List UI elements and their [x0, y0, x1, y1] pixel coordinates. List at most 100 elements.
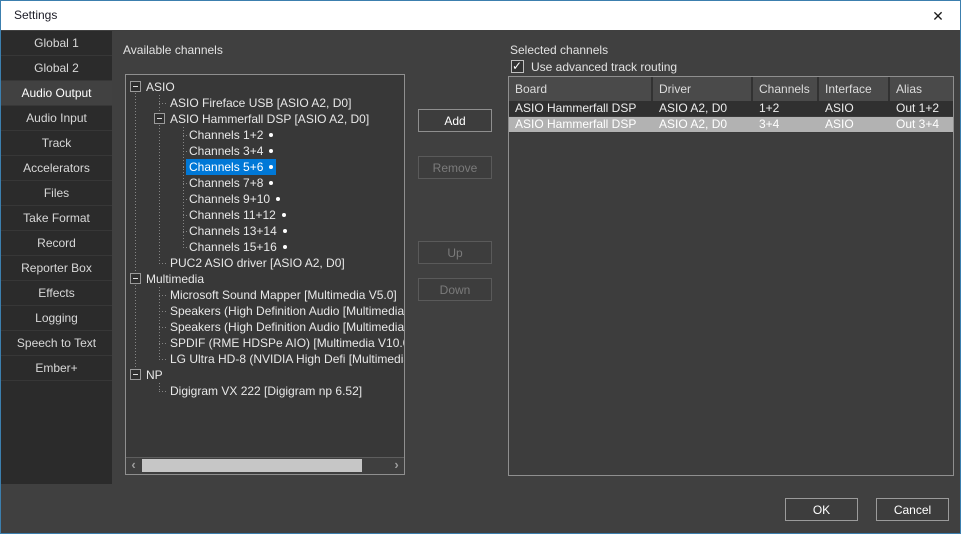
tree-horizontal-scrollbar[interactable]: ‹ ›: [126, 457, 404, 474]
column-header-alias[interactable]: Alias: [890, 77, 954, 101]
collapse-minus-icon[interactable]: [130, 369, 141, 380]
tree-item-label[interactable]: Channels 3+4: [186, 143, 276, 159]
ok-button[interactable]: OK: [785, 498, 858, 521]
table-row[interactable]: ASIO Hammerfall DSPASIO A2, D03+4ASIOOut…: [509, 117, 953, 133]
sidebar-item-accelerators[interactable]: Accelerators: [1, 156, 112, 181]
channel-active-dot-icon: [269, 133, 273, 137]
tree-item-label[interactable]: NP: [143, 367, 166, 383]
remove-button[interactable]: Remove: [418, 156, 492, 179]
tree-item-label[interactable]: Channels 11+12: [186, 207, 289, 223]
tree-item-channels-1-2[interactable]: Channels 1+2: [126, 127, 404, 143]
table-header: BoardDriverChannelsInterfaceAlias: [509, 77, 953, 101]
tree-item-puc2-asio-driver-asio-a2-d0[interactable]: PUC2 ASIO driver [ASIO A2, D0]: [126, 255, 404, 271]
tree-item-label[interactable]: ASIO Fireface USB [ASIO A2, D0]: [167, 95, 354, 111]
collapse-minus-icon[interactable]: [130, 273, 141, 284]
sidebar-item-speech-to-text[interactable]: Speech to Text: [1, 331, 112, 356]
column-header-channels[interactable]: Channels: [753, 77, 819, 101]
sidebar-item-audio-output[interactable]: Audio Output: [1, 81, 112, 106]
tree-item-label[interactable]: LG Ultra HD-8 (NVIDIA High Defi [Multime…: [167, 351, 404, 367]
tree-item-spdif-rme-hdspe-aio-multimedia-v10-0[interactable]: SPDIF (RME HDSPe AIO) [Multimedia V10.0]: [126, 335, 404, 351]
available-channels-label: Available channels: [123, 43, 223, 57]
sidebar-item-global-2[interactable]: Global 2: [1, 56, 112, 81]
column-header-interface[interactable]: Interface: [819, 77, 890, 101]
table-cell: ASIO A2, D0: [653, 101, 753, 116]
tree-item-asio-fireface-usb-asio-a2-d0[interactable]: ASIO Fireface USB [ASIO A2, D0]: [126, 95, 404, 111]
tree-item-lg-ultra-hd-8-nvidia-high-defi-multimedia-v[interactable]: LG Ultra HD-8 (NVIDIA High Defi [Multime…: [126, 351, 404, 367]
advanced-routing-checkbox-label[interactable]: Use advanced track routing: [531, 60, 677, 74]
tree-item-channels-3-4[interactable]: Channels 3+4: [126, 143, 404, 159]
table-cell: ASIO Hammerfall DSP: [509, 117, 653, 132]
scroll-left-icon[interactable]: ‹: [126, 458, 141, 473]
tree-item-label[interactable]: Microsoft Sound Mapper [Multimedia V5.0]: [167, 287, 400, 303]
add-button[interactable]: Add: [418, 109, 492, 132]
tree-item-digigram-vx-222-digigram-np-6-52[interactable]: Digigram VX 222 [Digigram np 6.52]: [126, 383, 404, 399]
tree-item-channels-13-14[interactable]: Channels 13+14: [126, 223, 404, 239]
tree-content: ASIOASIO Fireface USB [ASIO A2, D0]ASIO …: [126, 75, 404, 458]
collapse-minus-icon[interactable]: [130, 81, 141, 92]
table-body: ASIO Hammerfall DSPASIO A2, D01+2ASIOOut…: [509, 101, 953, 133]
collapse-minus-icon[interactable]: [154, 113, 165, 124]
advanced-routing-checkbox[interactable]: ✓: [511, 60, 524, 73]
sidebar-item-effects[interactable]: Effects: [1, 281, 112, 306]
channel-active-dot-icon: [276, 197, 280, 201]
tree-item-label[interactable]: Speakers (High Definition Audio [Multime…: [167, 303, 404, 319]
tree-item-channels-11-12[interactable]: Channels 11+12: [126, 207, 404, 223]
tree-item-multimedia[interactable]: Multimedia: [126, 271, 404, 287]
tree-item-label[interactable]: ASIO Hammerfall DSP [ASIO A2, D0]: [167, 111, 372, 127]
column-header-board[interactable]: Board: [509, 77, 653, 101]
table-cell: 3+4: [753, 117, 819, 132]
channel-active-dot-icon: [283, 229, 287, 233]
tree-item-speakers-high-definition-audio-multimedia-v[interactable]: Speakers (High Definition Audio [Multime…: [126, 303, 404, 319]
sidebar-item-global-1[interactable]: Global 1: [1, 31, 112, 56]
down-button[interactable]: Down: [418, 278, 492, 301]
settings-dialog: Settings ✕ Global 1Global 2Audio OutputA…: [0, 0, 961, 534]
sidebar-item-logging[interactable]: Logging: [1, 306, 112, 331]
tree-item-channels-5-6[interactable]: Channels 5+6: [126, 159, 404, 175]
available-channels-tree: ASIOASIO Fireface USB [ASIO A2, D0]ASIO …: [125, 74, 405, 475]
sidebar-item-ember[interactable]: Ember+: [1, 356, 112, 381]
tree-item-label[interactable]: Channels 5+6: [186, 159, 276, 175]
table-cell: ASIO: [819, 101, 890, 116]
sidebar-item-files[interactable]: Files: [1, 181, 112, 206]
table-cell: ASIO Hammerfall DSP: [509, 101, 653, 116]
tree-item-channels-7-8[interactable]: Channels 7+8: [126, 175, 404, 191]
tree-item-asio[interactable]: ASIO: [126, 79, 404, 95]
table-cell: 1+2: [753, 101, 819, 116]
tree-item-microsoft-sound-mapper-multimedia-v5-0[interactable]: Microsoft Sound Mapper [Multimedia V5.0]: [126, 287, 404, 303]
tree-item-speakers-high-definition-audio-multimedia-v[interactable]: Speakers (High Definition Audio [Multime…: [126, 319, 404, 335]
tree-item-channels-15-16[interactable]: Channels 15+16: [126, 239, 404, 255]
tree-item-label[interactable]: Channels 13+14: [186, 223, 290, 239]
tree-item-label[interactable]: PUC2 ASIO driver [ASIO A2, D0]: [167, 255, 348, 271]
tree-item-label[interactable]: Digigram VX 222 [Digigram np 6.52]: [167, 383, 365, 399]
scroll-right-icon[interactable]: ›: [389, 458, 404, 473]
up-button[interactable]: Up: [418, 241, 492, 264]
tree-item-channels-9-10[interactable]: Channels 9+10: [126, 191, 404, 207]
sidebar-item-record[interactable]: Record: [1, 231, 112, 256]
tree-item-asio-hammerfall-dsp-asio-a2-d0[interactable]: ASIO Hammerfall DSP [ASIO A2, D0]: [126, 111, 404, 127]
checkmark-icon: ✓: [512, 59, 522, 73]
tree-item-label[interactable]: Channels 9+10: [186, 191, 283, 207]
tree-item-label[interactable]: Speakers (High Definition Audio [Multime…: [167, 319, 404, 335]
sidebar-item-reporter-box[interactable]: Reporter Box: [1, 256, 112, 281]
tree-item-np[interactable]: NP: [126, 367, 404, 383]
channel-active-dot-icon: [269, 149, 273, 153]
tree-item-label[interactable]: SPDIF (RME HDSPe AIO) [Multimedia V10.0]: [167, 335, 404, 351]
channel-active-dot-icon: [282, 213, 286, 217]
tree-item-label[interactable]: Channels 1+2: [186, 127, 276, 143]
channel-active-dot-icon: [283, 245, 287, 249]
tree-item-label[interactable]: ASIO: [143, 79, 178, 95]
sidebar-item-audio-input[interactable]: Audio Input: [1, 106, 112, 131]
tree-item-label[interactable]: Channels 15+16: [186, 239, 290, 255]
tree-item-label[interactable]: Multimedia: [143, 271, 207, 287]
column-header-driver[interactable]: Driver: [653, 77, 753, 101]
cancel-button[interactable]: Cancel: [876, 498, 949, 521]
table-cell: Out 1+2: [890, 101, 954, 116]
sidebar-item-track[interactable]: Track: [1, 131, 112, 156]
scrollbar-thumb[interactable]: [142, 459, 362, 472]
table-row[interactable]: ASIO Hammerfall DSPASIO A2, D01+2ASIOOut…: [509, 101, 953, 117]
sidebar-item-take-format[interactable]: Take Format: [1, 206, 112, 231]
window-title: Settings: [14, 8, 57, 22]
close-icon[interactable]: ✕: [927, 6, 949, 26]
tree-item-label[interactable]: Channels 7+8: [186, 175, 276, 191]
channel-active-dot-icon: [269, 165, 273, 169]
